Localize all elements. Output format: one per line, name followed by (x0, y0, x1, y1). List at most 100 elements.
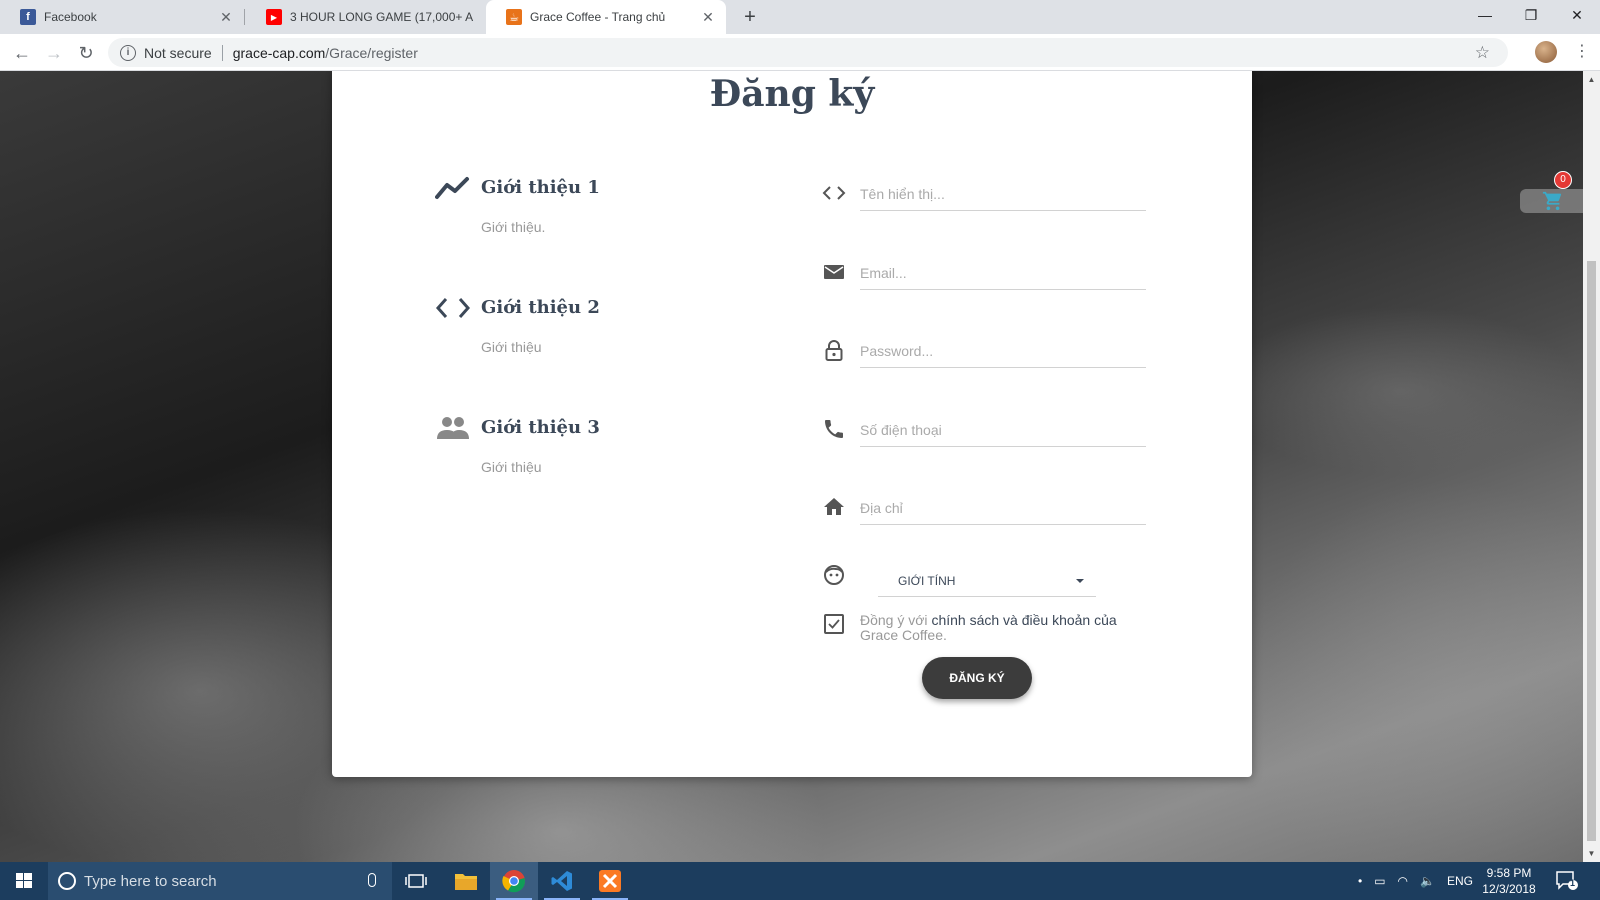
tab-grace-coffee[interactable]: ☕ Grace Coffee - Trang chủ ✕ (486, 0, 726, 34)
language-indicator[interactable]: ENG (1447, 874, 1473, 888)
password-input[interactable] (860, 334, 1146, 368)
cart-button[interactable] (1520, 189, 1583, 213)
menu-icon[interactable]: ⋮ (1574, 39, 1590, 65)
xampp-icon[interactable] (586, 862, 634, 900)
divider (221, 44, 223, 61)
taskbar-clock[interactable]: 9:58 PM 12/3/2018 (1478, 865, 1540, 897)
register-card: Đăng ký Giới thiệu 1 Giới thiệu. Giới th… (332, 71, 1252, 777)
email-icon (824, 265, 844, 279)
clock-date: 12/3/2018 (1482, 882, 1536, 896)
address-field (822, 489, 1152, 529)
microphone-icon[interactable] (368, 873, 376, 887)
terms-link[interactable]: chính sách và điều khoản của (931, 612, 1116, 628)
register-button[interactable]: ĐĂNG KÝ (922, 657, 1032, 699)
scroll-up-arrow-icon[interactable]: ▲ (1583, 71, 1600, 88)
page-viewport: Đăng ký Giới thiệu 1 Giới thiệu. Giới th… (0, 71, 1583, 862)
minimize-button[interactable]: — (1462, 0, 1508, 30)
bookmark-star-icon[interactable]: ☆ (1475, 43, 1490, 63)
terms-text: Đồng ý với chính sách và điều khoản của … (860, 613, 1150, 643)
file-explorer-icon[interactable] (442, 862, 490, 900)
lock-icon (825, 340, 843, 361)
terms-checkbox[interactable] (824, 614, 844, 634)
notification-count: 1 (1570, 878, 1576, 888)
taskbar-search-box[interactable]: Type here to search (48, 862, 392, 900)
display-name-field (822, 175, 1152, 215)
page-scrollbar[interactable]: ▲ ▼ (1583, 71, 1600, 862)
youtube-icon: ▶ (266, 9, 282, 25)
terms-agreement: Đồng ý với chính sách và điều khoản của … (822, 612, 1152, 652)
password-field (822, 332, 1152, 372)
vscode-icon[interactable] (538, 862, 586, 900)
code-icon (435, 298, 471, 318)
address-bar[interactable]: i Not secure grace-cap.com/Grace/registe… (108, 38, 1508, 67)
scroll-down-arrow-icon[interactable]: ▼ (1583, 845, 1600, 862)
address-input[interactable] (860, 491, 1146, 525)
windows-taskbar: Type here to search • ▭ ◠ 🔈 ENG 9:58 PM … (0, 862, 1600, 900)
tab-title: Facebook (44, 10, 97, 24)
system-tray: • ▭ ◠ 🔈 ENG (1352, 862, 1479, 900)
display-name-input[interactable] (860, 177, 1146, 211)
show-hidden-icons-icon[interactable]: • (1358, 874, 1362, 888)
close-window-button[interactable]: ✕ (1554, 0, 1600, 30)
action-center-icon[interactable]: 1 (1556, 871, 1578, 891)
shopping-cart-icon (1542, 191, 1562, 211)
gender-select[interactable]: GIỚI TÍNH (878, 565, 1096, 597)
battery-icon[interactable]: ▭ (1374, 874, 1385, 888)
info-title: Giới thiệu 2 (481, 297, 600, 318)
chevron-down-icon (1076, 579, 1084, 583)
url-host[interactable]: grace-cap.com (233, 45, 326, 61)
grace-coffee-icon: ☕ (506, 9, 522, 25)
tab-facebook[interactable]: f Facebook ✕ (0, 0, 244, 34)
windows-logo-icon (16, 873, 32, 888)
info-icon[interactable]: i (120, 44, 136, 61)
start-button[interactable] (0, 862, 48, 900)
forward-button[interactable]: → (40, 39, 68, 67)
info-description: Giới thiệu (481, 339, 542, 355)
terms-suffix: Grace Coffee. (860, 627, 947, 643)
tab-title: 3 HOUR LONG GAME (17,000+ A (290, 10, 474, 24)
tab-strip: f Facebook ✕ ▶ 3 HOUR LONG GAME (17,000+… (0, 0, 1600, 34)
phone-icon (825, 420, 843, 438)
tab-separator (244, 9, 245, 25)
back-button[interactable]: ← (8, 39, 36, 67)
search-placeholder: Type here to search (84, 872, 217, 890)
code-icon (822, 186, 846, 200)
face-icon (824, 565, 844, 585)
trending-up-icon (435, 177, 469, 199)
checkmark-icon (828, 619, 840, 629)
terms-prefix: Đồng ý với (860, 612, 932, 628)
people-icon (437, 417, 469, 439)
info-title: Giới thiệu 3 (481, 417, 600, 438)
gender-select-label: GIỚI TÍNH (898, 573, 956, 588)
chrome-icon[interactable] (490, 862, 538, 900)
info-description: Giới thiệu (481, 459, 542, 475)
task-view-icon[interactable] (392, 862, 440, 900)
email-input[interactable] (860, 256, 1146, 290)
security-label[interactable]: Not secure (144, 45, 212, 61)
close-tab-icon[interactable]: ✕ (218, 9, 234, 26)
tab-youtube[interactable]: ▶ 3 HOUR LONG GAME (17,000+ A (246, 0, 484, 34)
page-title: Đăng ký (709, 73, 875, 115)
gender-field: GIỚI TÍNH (822, 559, 1152, 603)
new-tab-button[interactable]: + (737, 4, 763, 30)
restore-button[interactable]: ❐ (1508, 0, 1554, 30)
info-description: Giới thiệu. (481, 219, 546, 235)
scroll-thumb[interactable] (1587, 261, 1596, 841)
cortana-icon (58, 872, 76, 890)
wifi-icon[interactable]: ◠ (1398, 874, 1408, 888)
home-icon (824, 498, 844, 515)
phone-input[interactable] (860, 413, 1146, 447)
clock-time: 9:58 PM (1486, 866, 1532, 880)
url-path[interactable]: /Grace/register (325, 45, 418, 61)
tab-title: Grace Coffee - Trang chủ (530, 10, 666, 24)
close-tab-icon[interactable]: ✕ (700, 9, 716, 26)
facebook-icon: f (20, 9, 36, 25)
profile-avatar[interactable] (1535, 41, 1557, 63)
reload-button[interactable]: ↻ (72, 39, 100, 67)
info-title: Giới thiệu 1 (481, 177, 600, 198)
browser-toolbar: ← → ↻ i Not secure grace-cap.com/Grace/r… (0, 34, 1600, 71)
volume-icon[interactable]: 🔈 (1420, 874, 1435, 888)
cart-count-badge: 0 (1554, 171, 1572, 189)
phone-field (822, 411, 1152, 451)
email-field (822, 254, 1152, 294)
